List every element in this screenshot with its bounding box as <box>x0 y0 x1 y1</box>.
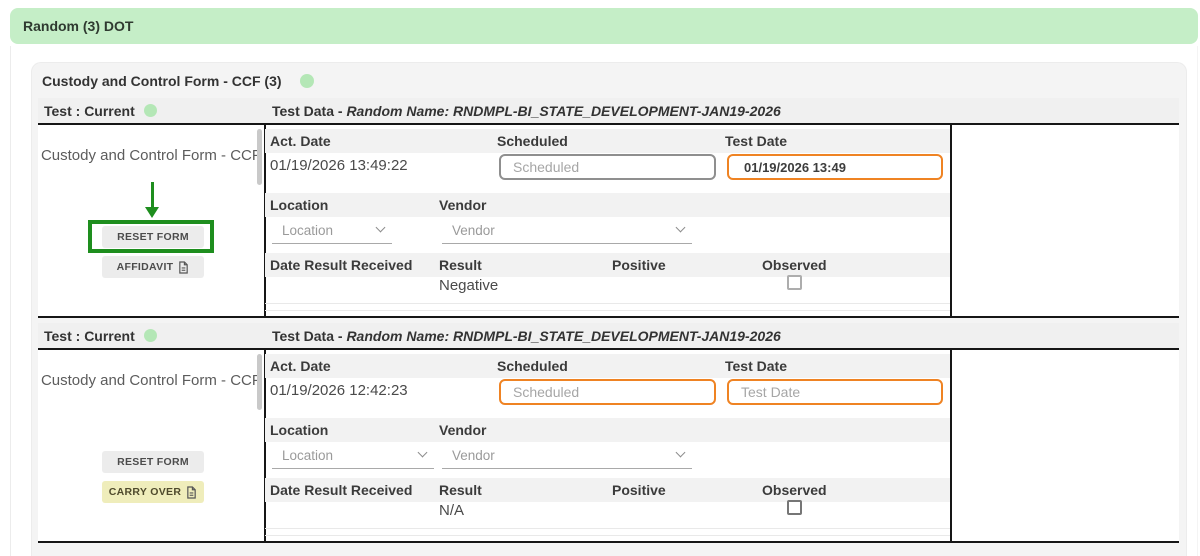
chevron-down-icon <box>418 448 428 458</box>
date-header-row: Act. Date Scheduled Test Date <box>265 129 950 153</box>
random-name: Random Name: RNDMPL-BI_STATE_DEVELOPMENT… <box>346 328 780 344</box>
observed-header: Observed <box>762 257 827 273</box>
status-dot-icon <box>144 104 157 117</box>
result-header-row: Date Result Received Result Positive Obs… <box>265 478 950 502</box>
vendor-select[interactable]: Vendor <box>442 217 692 244</box>
positive-header: Positive <box>612 482 666 498</box>
act-date-header: Act. Date <box>270 358 331 374</box>
test-date-header: Test Date <box>725 133 787 149</box>
date-header-row: Act. Date Scheduled Test Date <box>265 354 950 378</box>
result-header-row: Date Result Received Result Positive Obs… <box>265 253 950 277</box>
scheduled-input[interactable] <box>499 154 716 180</box>
random-dot-group-header[interactable]: Random (3) DOT <box>10 8 1198 44</box>
ccf-panel-title: Custody and Control Form - CCF (3) <box>42 73 282 89</box>
location-header-row: Location Vendor <box>265 193 950 217</box>
affidavit-button[interactable]: AFFIDAVIT <box>102 256 204 278</box>
vendor-header: Vendor <box>439 197 486 213</box>
location-header: Location <box>270 197 328 213</box>
form-actions-cell: Custody and Control Form - CCF RESET FOR… <box>38 350 264 541</box>
ccf-card: Custody and Control Form - CCF (3) Test … <box>31 62 1187 556</box>
test-section-2: Test : Current Test Data - Random Name: … <box>38 323 1179 543</box>
test-date-input[interactable] <box>727 379 943 405</box>
column-divider <box>264 125 266 316</box>
document-icon <box>178 261 189 274</box>
result-value: Negative <box>439 277 498 294</box>
scrollbar-thumb[interactable] <box>257 129 262 185</box>
positive-header: Positive <box>612 257 666 273</box>
test-data-title: Test Data - Random Name: RNDMPL-BI_STATE… <box>272 328 781 344</box>
location-header: Location <box>270 422 328 438</box>
result-value: N/A <box>439 502 464 519</box>
carry-over-button[interactable]: CARRY OVER <box>102 481 204 503</box>
divider <box>265 528 950 529</box>
date-result-received-header: Date Result Received <box>270 482 412 498</box>
ccf-form-label: Custody and Control Form - CCF <box>38 147 264 164</box>
status-dot-icon <box>300 74 314 88</box>
chevron-down-icon <box>376 223 386 233</box>
form-actions-cell: Custody and Control Form - CCF RESET FOR… <box>38 125 264 316</box>
column-divider <box>950 350 952 541</box>
random-name: Random Name: RNDMPL-BI_STATE_DEVELOPMENT… <box>346 103 780 119</box>
vendor-header: Vendor <box>439 422 486 438</box>
ccf-form-label: Custody and Control Form - CCF <box>38 372 264 389</box>
scrollbar-thumb[interactable] <box>257 354 262 410</box>
test-date-input[interactable] <box>727 154 943 180</box>
location-select[interactable]: Location <box>272 217 392 244</box>
result-header: Result <box>439 257 482 273</box>
test-section-header: Test : Current Test Data - Random Name: … <box>38 98 1179 125</box>
test-section-1: Test : Current Test Data - Random Name: … <box>38 98 1179 318</box>
test-detail-table: Custody and Control Form - CCF RESET FOR… <box>38 125 1179 318</box>
test-status-label: Test : Current <box>44 328 135 344</box>
act-date-header: Act. Date <box>270 133 331 149</box>
column-divider <box>950 125 952 316</box>
annotation-arrow-icon <box>151 182 154 208</box>
scheduled-input[interactable] <box>499 379 716 405</box>
observed-checkbox[interactable] <box>787 275 802 290</box>
group-title: Random (3) DOT <box>23 18 133 34</box>
divider <box>265 310 950 311</box>
act-date-value: 01/19/2026 13:49:22 <box>270 157 408 174</box>
test-data-title: Test Data - Random Name: RNDMPL-BI_STATE… <box>272 103 781 119</box>
location-header-row: Location Vendor <box>265 418 950 442</box>
location-select[interactable]: Location <box>272 442 434 469</box>
result-header: Result <box>439 482 482 498</box>
document-icon <box>186 486 197 499</box>
annotation-arrowhead-icon <box>145 207 159 218</box>
chevron-down-icon <box>676 223 686 233</box>
divider <box>265 535 950 536</box>
observed-header: Observed <box>762 482 827 498</box>
reset-form-button[interactable]: RESET FORM <box>102 451 204 473</box>
divider <box>265 303 950 304</box>
status-dot-icon <box>144 329 157 342</box>
date-result-received-header: Date Result Received <box>270 257 412 273</box>
observed-checkbox[interactable] <box>787 500 802 515</box>
act-date-value: 01/19/2026 12:42:23 <box>270 382 408 399</box>
reset-form-button[interactable]: RESET FORM <box>102 226 204 248</box>
test-status-label: Test : Current <box>44 103 135 119</box>
test-date-header: Test Date <box>725 358 787 374</box>
test-section-header: Test : Current Test Data - Random Name: … <box>38 323 1179 350</box>
test-detail-table: Custody and Control Form - CCF RESET FOR… <box>38 350 1179 543</box>
scheduled-header: Scheduled <box>497 133 568 149</box>
outer-panel: Custody and Control Form - CCF (3) Test … <box>10 46 1198 556</box>
vendor-select[interactable]: Vendor <box>442 442 692 469</box>
column-divider <box>264 350 266 541</box>
chevron-down-icon <box>676 448 686 458</box>
scheduled-header: Scheduled <box>497 358 568 374</box>
ccf-panel-header[interactable]: Custody and Control Form - CCF (3) <box>42 71 314 91</box>
